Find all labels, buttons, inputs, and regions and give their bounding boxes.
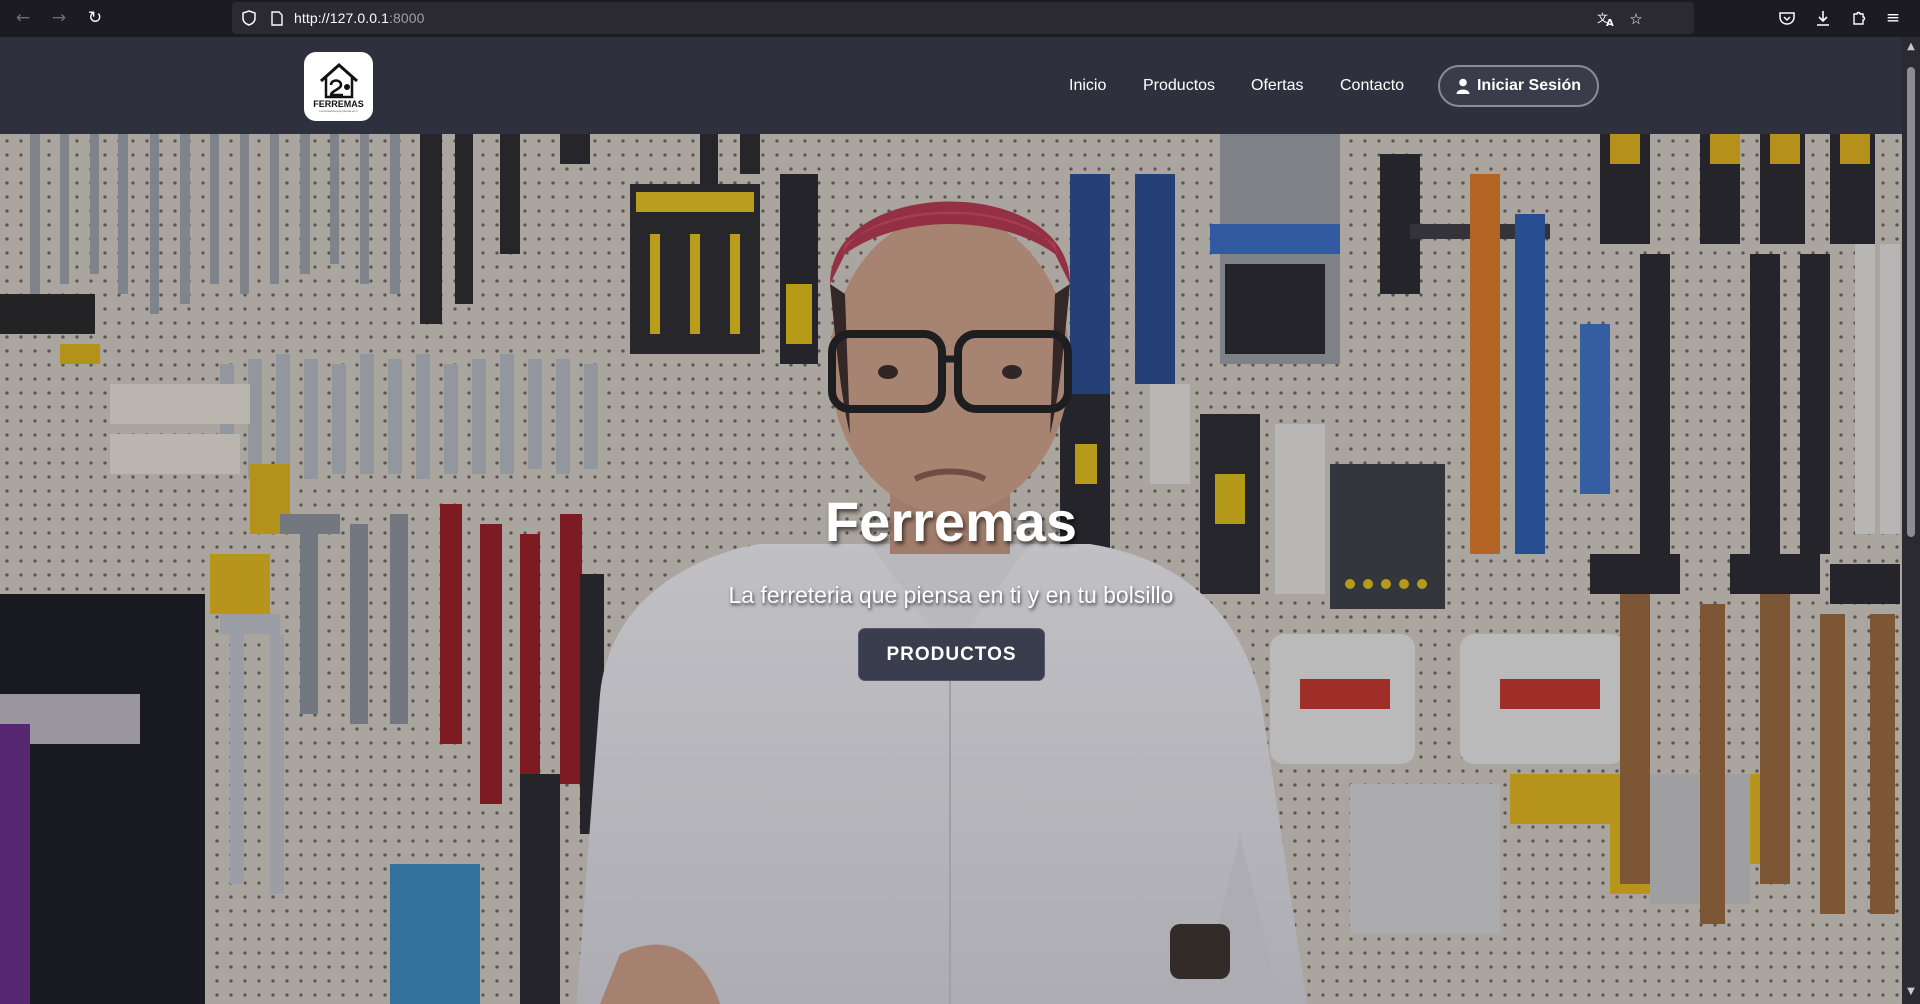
brand-logo[interactable]: FERREMAS La ferretería que piensa en ti: [304, 52, 373, 121]
hero-subtitle: La ferreteria que piensa en ti y en tu b…: [728, 582, 1174, 608]
download-icon[interactable]: [1810, 6, 1836, 30]
user-icon: [1456, 78, 1470, 94]
svg-text:A: A: [1606, 18, 1614, 27]
extensions-icon[interactable]: [1846, 6, 1872, 30]
login-button-label: Iniciar Sesión: [1476, 77, 1582, 94]
login-button[interactable]: Iniciar Sesión: [1438, 65, 1599, 107]
translate-icon[interactable]: 文A: [1596, 9, 1616, 29]
logo-tagline: La ferretería que piensa en ti: [319, 108, 358, 113]
back-arrow-icon[interactable]: ←: [10, 6, 36, 30]
url-host: http://127.0.0.1: [294, 10, 390, 26]
pocket-icon[interactable]: [1774, 6, 1800, 30]
shield-icon[interactable]: [240, 9, 258, 27]
hero-section: Ferremas La ferreteria que piensa en ti …: [0, 134, 1902, 1004]
browser-toolbar: ← → ↻ http://127.0.0.1:8000 文A ☆ ≡: [0, 0, 1920, 37]
page-viewport: FERREMAS La ferretería que piensa en ti …: [0, 37, 1902, 1004]
scroll-up-icon[interactable]: ▲: [1902, 41, 1920, 55]
forward-arrow-icon[interactable]: →: [46, 6, 72, 30]
nav-link-productos[interactable]: Productos: [1143, 77, 1215, 95]
nav-link-ofertas[interactable]: Ofertas: [1251, 77, 1303, 95]
address-bar[interactable]: http://127.0.0.1:8000 文A ☆: [232, 2, 1694, 34]
url-text[interactable]: http://127.0.0.1:8000: [294, 10, 425, 26]
bookmark-star-icon[interactable]: ☆: [1626, 9, 1646, 29]
hero-overlay: [0, 134, 1902, 1004]
logo-text: FERREMAS: [313, 98, 364, 109]
navbar: FERREMAS La ferretería que piensa en ti …: [0, 37, 1902, 134]
url-port: :8000: [389, 10, 425, 26]
reload-icon[interactable]: ↻: [82, 6, 108, 30]
scroll-thumb[interactable]: [1907, 67, 1915, 537]
scroll-down-icon[interactable]: ▼: [1902, 986, 1920, 1000]
nav-link-contacto[interactable]: Contacto: [1340, 77, 1404, 95]
house-logo-icon: [319, 62, 358, 98]
page-icon: [268, 9, 286, 27]
hero-products-button[interactable]: PRODUCTOS: [858, 628, 1045, 681]
nav-link-inicio[interactable]: Inicio: [1069, 77, 1106, 95]
page-scrollbar[interactable]: ▲ ▼: [1902, 37, 1920, 1004]
menu-icon[interactable]: ≡: [1882, 6, 1904, 30]
hero-title: Ferremas: [824, 490, 1078, 553]
